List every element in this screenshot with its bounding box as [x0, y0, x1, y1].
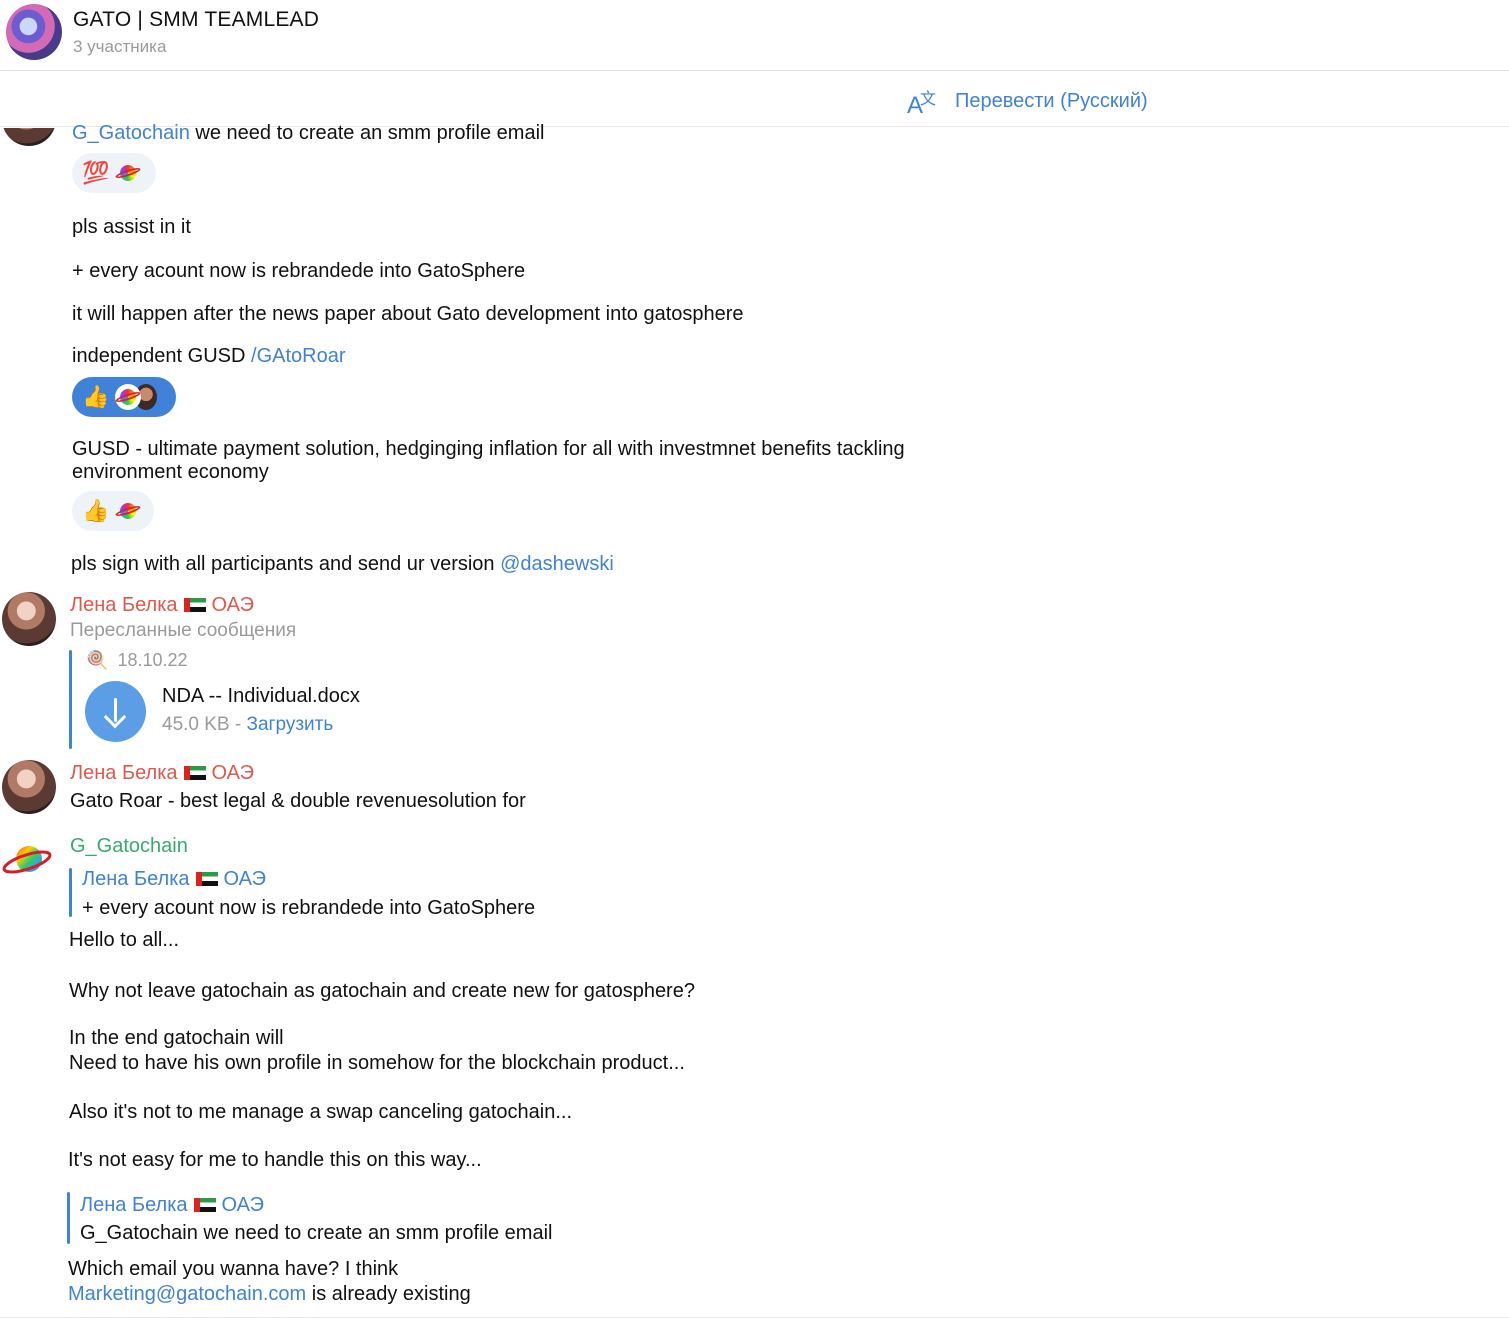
message-text: GUSD - ultimate payment solution, hedgin…: [72, 438, 905, 460]
group-avatar[interactable]: [6, 4, 62, 60]
reaction-chip[interactable]: 💯: [72, 153, 156, 193]
sender-avatar[interactable]: [2, 592, 56, 646]
planet-avatar-icon: [115, 387, 141, 407]
reaction-chip[interactable]: 👍: [72, 491, 154, 531]
chat-title[interactable]: GATO | SMM TEAMLEAD: [73, 8, 319, 32]
participants-count[interactable]: 3 участника: [73, 37, 166, 57]
uae-flag-icon: [195, 872, 218, 886]
reply-quote-name[interactable]: Лена Белка ОАЭ: [82, 868, 266, 891]
user-mention[interactable]: G_Gatochain: [72, 122, 190, 144]
uae-flag-icon: [193, 1198, 216, 1212]
divider: [0, 1317, 1509, 1318]
uae-flag-icon: [183, 598, 206, 612]
planet-avatar-icon: [115, 163, 141, 183]
message-text: Why not leave gatochain as gatochain and…: [69, 980, 695, 1002]
sender-name[interactable]: Лена Белка ОАЭ: [70, 594, 254, 617]
translate-bar: [0, 71, 1509, 127]
thumbs-up-icon: 👍: [82, 498, 110, 523]
reactor-avatar: [115, 384, 142, 410]
email-link[interactable]: Marketing@gatochain.com: [68, 1283, 306, 1305]
message-text: Marketing@gatochain.com is already exist…: [68, 1283, 471, 1305]
forwarded-label: Пересланные сообщения: [70, 620, 297, 641]
reply-quote-name[interactable]: Лена Белка ОАЭ: [80, 1194, 264, 1217]
thumbs-up-icon: 👍: [82, 384, 110, 409]
forward-bar: [69, 650, 72, 749]
message-text: It's not easy for me to handle this on t…: [68, 1149, 482, 1171]
sender-name[interactable]: G_Gatochain: [70, 835, 188, 858]
message-text: Need to have his own profile in somehow …: [69, 1052, 685, 1074]
reply-quote-text[interactable]: G_Gatochain we need to create an smm pro…: [80, 1222, 552, 1245]
message-text: Which email you wanna have? I think: [68, 1258, 399, 1280]
message-text: Gato Roar - best legal & double revenues…: [70, 790, 526, 812]
download-link[interactable]: Загрузить: [247, 714, 334, 735]
forward-date: 18.10.22: [117, 650, 188, 670]
planet-avatar-icon: [115, 501, 141, 521]
message-text: Also it's not to me manage a swap cancel…: [69, 1101, 572, 1123]
translate-button[interactable]: Перевести (Русский): [955, 90, 1148, 113]
forward-source[interactable]: 🍭 18.10.22: [86, 650, 188, 671]
message-text: In the end gatochain will: [69, 1027, 284, 1049]
reply-bar: [69, 868, 72, 917]
message-text: pls sign with all participants and send …: [71, 553, 614, 575]
lollipop-icon: 🍭: [86, 650, 109, 670]
bot-command-link[interactable]: /GAtoRoar: [251, 345, 345, 367]
user-mention[interactable]: @dashewski: [500, 553, 614, 575]
file-meta: 45.0 KB - Загрузить: [162, 714, 334, 735]
reply-quote-text[interactable]: + every acount now is rebrandede into Ga…: [82, 897, 535, 920]
message-text: Hello to all...: [69, 929, 180, 951]
sender-avatar[interactable]: [2, 760, 56, 814]
message-text: + every acount now is rebrandede into Ga…: [72, 260, 526, 282]
message-text: environment economy: [72, 461, 269, 483]
uae-flag-icon: [183, 766, 206, 780]
message-text: it will happen after the news paper abou…: [72, 303, 744, 325]
hundred-icon: 💯: [82, 160, 110, 185]
download-icon[interactable]: [85, 681, 146, 742]
reply-bar: [67, 1192, 70, 1244]
file-name[interactable]: NDA -- Individual.docx: [162, 685, 360, 708]
message-text: independent GUSD /GAtoRoar: [72, 345, 346, 367]
message-text: G_Gatochain we need to create an smm pro…: [72, 122, 545, 144]
sender-name[interactable]: Лена Белка ОАЭ: [70, 762, 254, 785]
translate-icon[interactable]: A 文: [906, 87, 938, 117]
message-text: pls assist in it: [72, 216, 191, 238]
chat-header: GATO | SMM TEAMLEAD 3 участника: [0, 0, 1509, 71]
reaction-chip-active[interactable]: 👍: [72, 377, 176, 417]
planet-avatar-icon[interactable]: [2, 836, 56, 890]
svg-text:文: 文: [920, 89, 936, 108]
